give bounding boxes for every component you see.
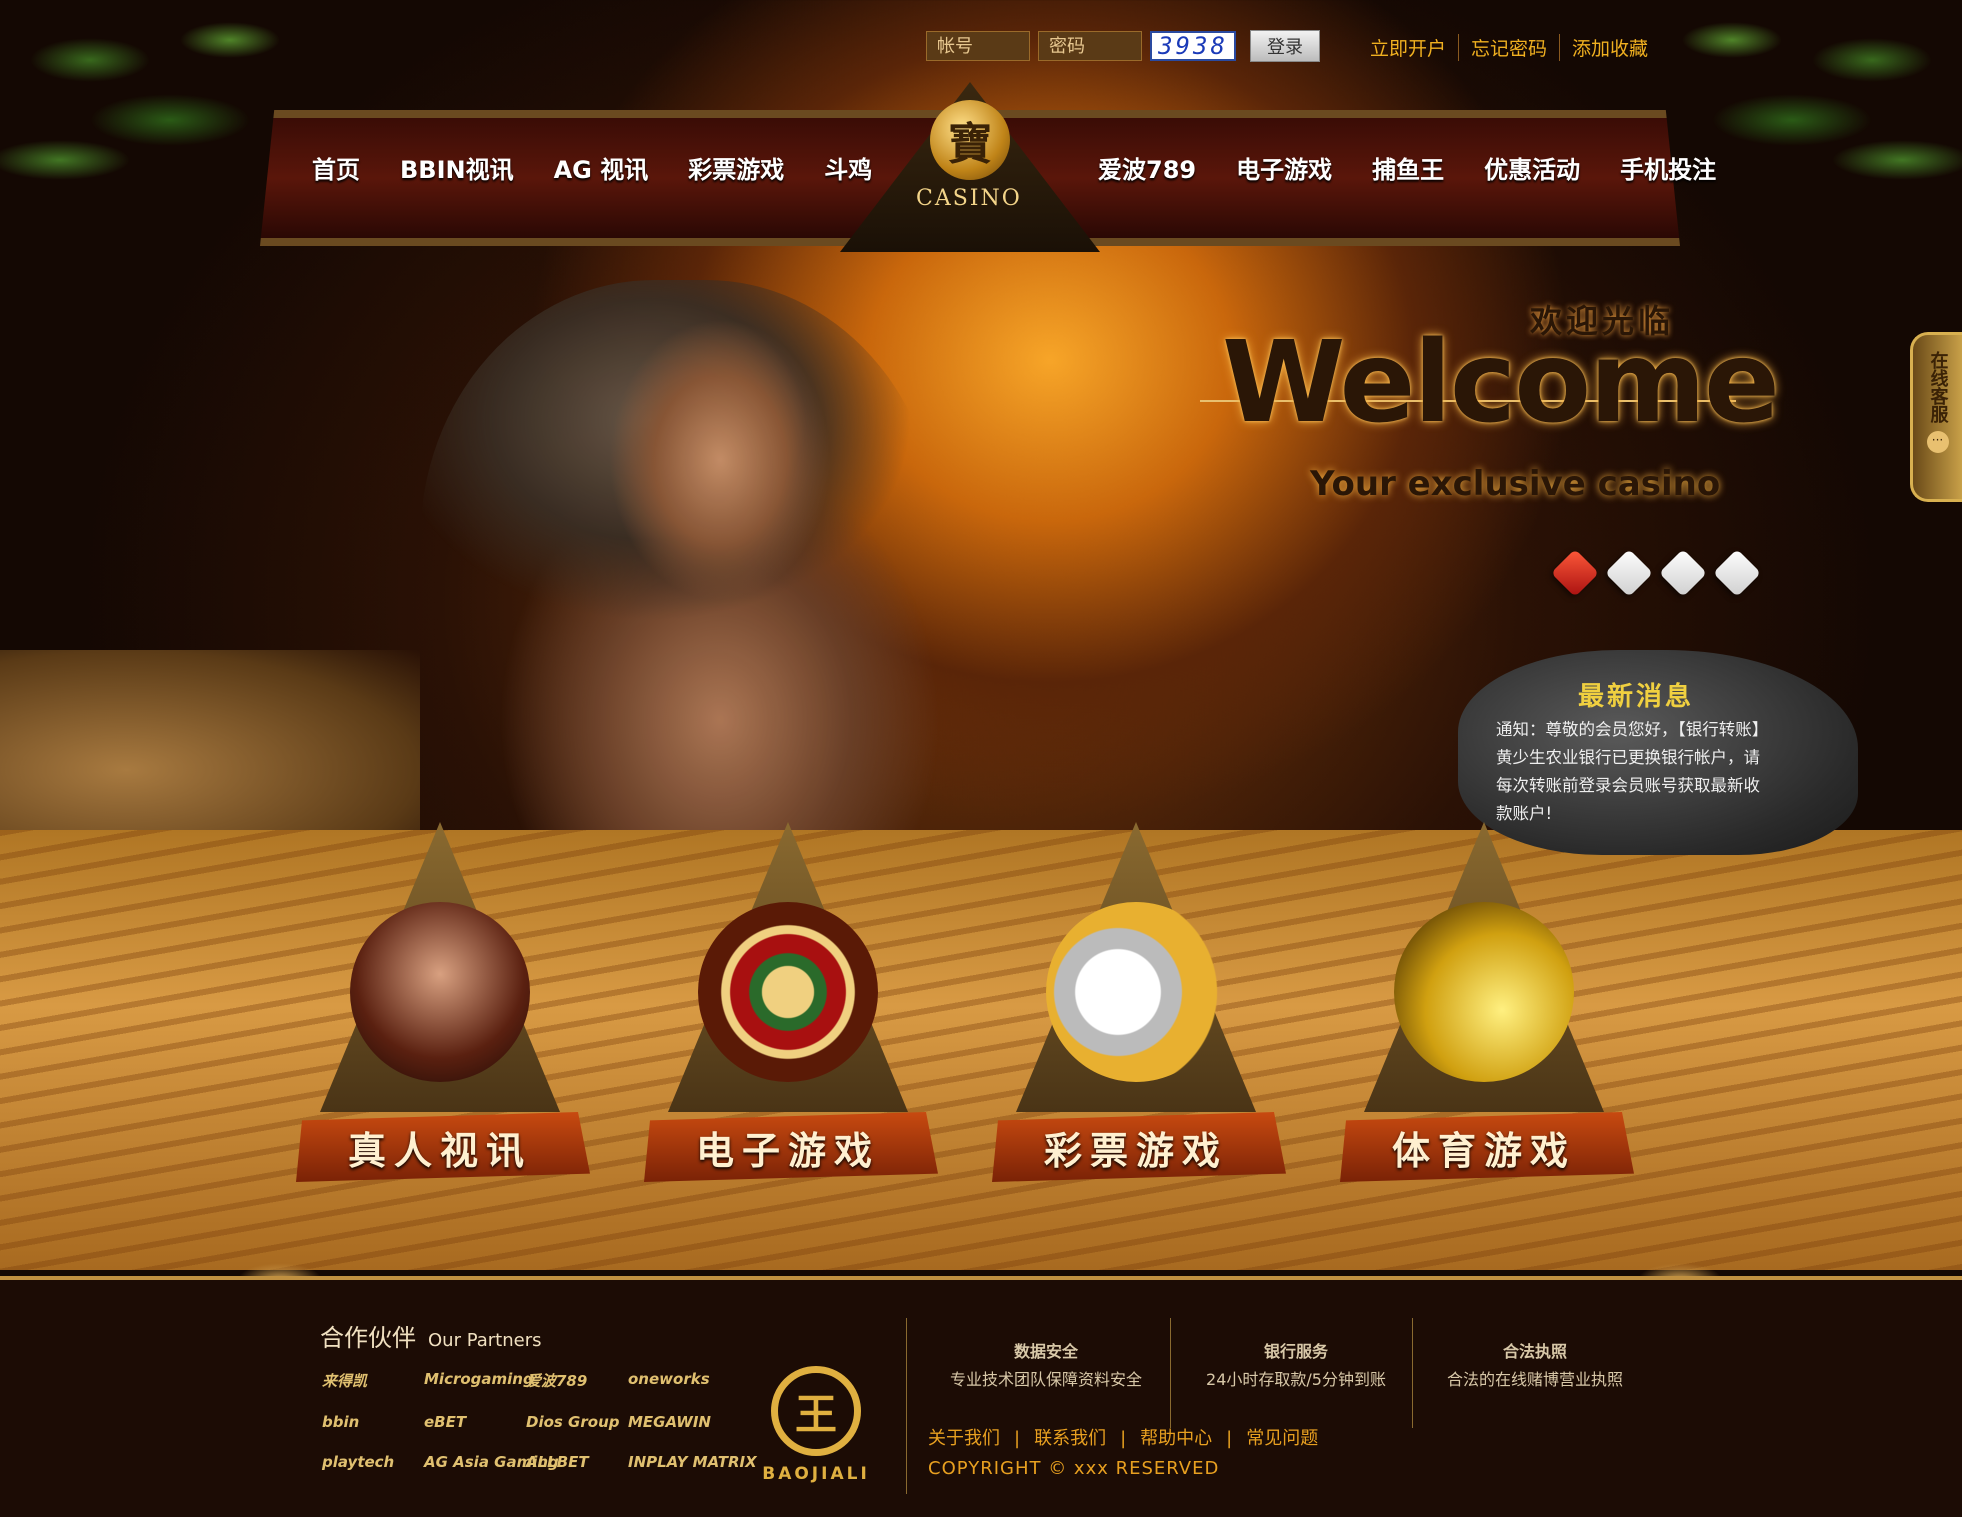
bookmark-link[interactable]: 添加收藏 [1559,34,1660,61]
partner-logo: 爱波789 [526,1372,588,1390]
welcome-subtitle: Your exclusive casino [1310,464,1721,504]
nav-slots[interactable]: 电子游戏 [1236,150,1332,185]
news-title: 最新消息 [1578,682,1695,712]
chat-bubble-icon: ··· [1926,431,1949,453]
game-tile-slots[interactable]: 电子游戏 [638,822,938,1182]
feature-text: 24小时存取款/5分钟到账 [1206,1370,1386,1389]
pager-dice-icon-3[interactable] [1658,548,1708,598]
game-tile-label: 体育游戏 [1340,1112,1634,1182]
nav-right: 爱波789 电子游戏 捕鱼王 优惠活动 手机投注 [1098,150,1756,185]
game-tile-label: 真人视讯 [296,1112,590,1182]
feature-title: 合法执照 [1502,1342,1567,1361]
partner-logo: eBET [424,1413,467,1431]
lottery-balls-icon [1046,902,1226,1082]
partner-logo: bbin [322,1413,360,1431]
game-tile-label: 电子游戏 [644,1112,938,1182]
feature-bank-service: 银行服务 24小时存取款/5分钟到账 [1186,1338,1406,1394]
feature-text: 专业技术团队保障资料安全 [949,1370,1142,1389]
nav-cockfight[interactable]: 斗鸡 [824,150,872,185]
link-separator: | [1120,1428,1127,1449]
contact-us-link[interactable]: 联系我们 [1034,1428,1106,1449]
brand-name: BAOJIALI [762,1464,870,1484]
game-tile-sports[interactable]: 体育游戏 [1334,822,1634,1182]
pager-dice-icon-2[interactable] [1604,548,1654,598]
vine-decoration-right [1662,0,1962,230]
partner-logo: INPLAY MATRIX [628,1453,757,1471]
footer [0,1276,1962,1517]
feature-title: 银行服务 [1263,1342,1328,1361]
online-service-label: 在线客服 [1927,351,1949,423]
nav-ag-live[interactable]: AG 视讯 [554,150,649,185]
faq-link[interactable]: 常见问题 [1246,1428,1318,1449]
about-us-link[interactable]: 关于我们 [928,1428,1000,1449]
nav-left: 首页 BBIN视讯 AG 视讯 彩票游戏 斗鸡 [312,150,912,185]
login-form: 3938 登录 [926,30,1320,62]
partner-logo: oneworks [628,1370,710,1388]
rock-decoration [0,650,420,850]
link-separator: | [1226,1428,1233,1449]
link-separator: | [1014,1428,1021,1449]
live-dealer-icon [350,902,530,1082]
game-tile-lottery[interactable]: 彩票游戏 [986,822,1286,1182]
captcha-image: 3938 [1150,31,1236,61]
game-tile-live[interactable]: 真人视讯 [290,822,590,1182]
login-button[interactable]: 登录 [1250,30,1320,62]
partner-logo: 来得凯 [322,1372,368,1390]
nav-mobile[interactable]: 手机投注 [1620,150,1716,185]
help-center-link[interactable]: 帮助中心 [1140,1428,1212,1449]
nav-ibo789[interactable]: 爱波789 [1098,150,1196,185]
feature-text: 合法的在线赌博营业执照 [1446,1370,1623,1389]
brand-logo: 王 BAOJIALI [746,1356,886,1496]
feature-title: 数据安全 [1013,1342,1078,1361]
register-link[interactable]: 立即开户 [1358,34,1458,61]
footer-divider [1412,1318,1413,1428]
crown-logo-icon: 王 [771,1366,861,1456]
game-categories: 真人视讯 电子游戏 彩票游戏 体育游戏 [290,822,1634,1182]
pager-dice-icon-1[interactable] [1550,548,1600,598]
partners-title-en: Our Partners [428,1330,542,1351]
soccer-ball-icon [1394,902,1574,1082]
nav-bbin-live[interactable]: BBIN视讯 [400,150,514,185]
vine-decoration-left [0,0,300,230]
partner-logo: AG Asia Gaming [424,1453,559,1471]
game-tile-label: 彩票游戏 [992,1112,1286,1182]
partners-title-cn: 合作伙伴 [320,1324,416,1352]
partners-heading: 合作伙伴 Our Partners [320,1318,542,1353]
copyright: COPYRIGHT © xxx RESERVED [928,1458,1220,1479]
footer-links: 关于我们 | 联系我们 | 帮助中心 | 常见问题 [928,1424,1318,1450]
nav-lottery[interactable]: 彩票游戏 [688,150,784,185]
feature-license: 合法执照 合法的在线赌博营业执照 [1430,1338,1640,1394]
pager-dice-icon-4[interactable] [1712,548,1762,598]
partner-logo: Dios Group [526,1413,620,1431]
partner-logos: 来得凯 Microgaming 爱波789 oneworks bbin eBET… [322,1370,757,1471]
partner-logo: ALLBET [526,1453,589,1471]
hero-model-image [420,280,940,860]
welcome-title: Welcome [1222,318,1780,448]
top-links: 立即开户 忘记密码 添加收藏 [1358,34,1660,61]
forgot-password-link[interactable]: 忘记密码 [1458,34,1559,61]
banner-pager [1550,548,1762,598]
news-body: 通知：尊敬的会员您好，【银行转账】黄少生农业银行已更换银行帐户，请每次转账前登录… [1496,720,1760,823]
password-input[interactable] [1038,31,1142,61]
feature-data-security: 数据安全 专业技术团队保障资料安全 [926,1338,1166,1394]
online-service-tab[interactable]: 在线客服 ··· [1910,332,1962,502]
partner-logo: Microgaming [424,1370,534,1388]
footer-divider [906,1318,907,1494]
account-input[interactable] [926,31,1030,61]
partner-logo: playtech [322,1453,395,1471]
nav-home[interactable]: 首页 [312,150,360,185]
casino-logo-icon[interactable]: 寶 [930,100,1010,180]
roulette-icon [698,902,878,1082]
nav-fishing[interactable]: 捕鱼王 [1372,150,1444,185]
nav-promotions[interactable]: 优惠活动 [1484,150,1580,185]
casino-logo-text: CASINO [916,186,1022,211]
footer-divider [1170,1318,1171,1428]
partner-logo: MEGAWIN [628,1413,711,1431]
